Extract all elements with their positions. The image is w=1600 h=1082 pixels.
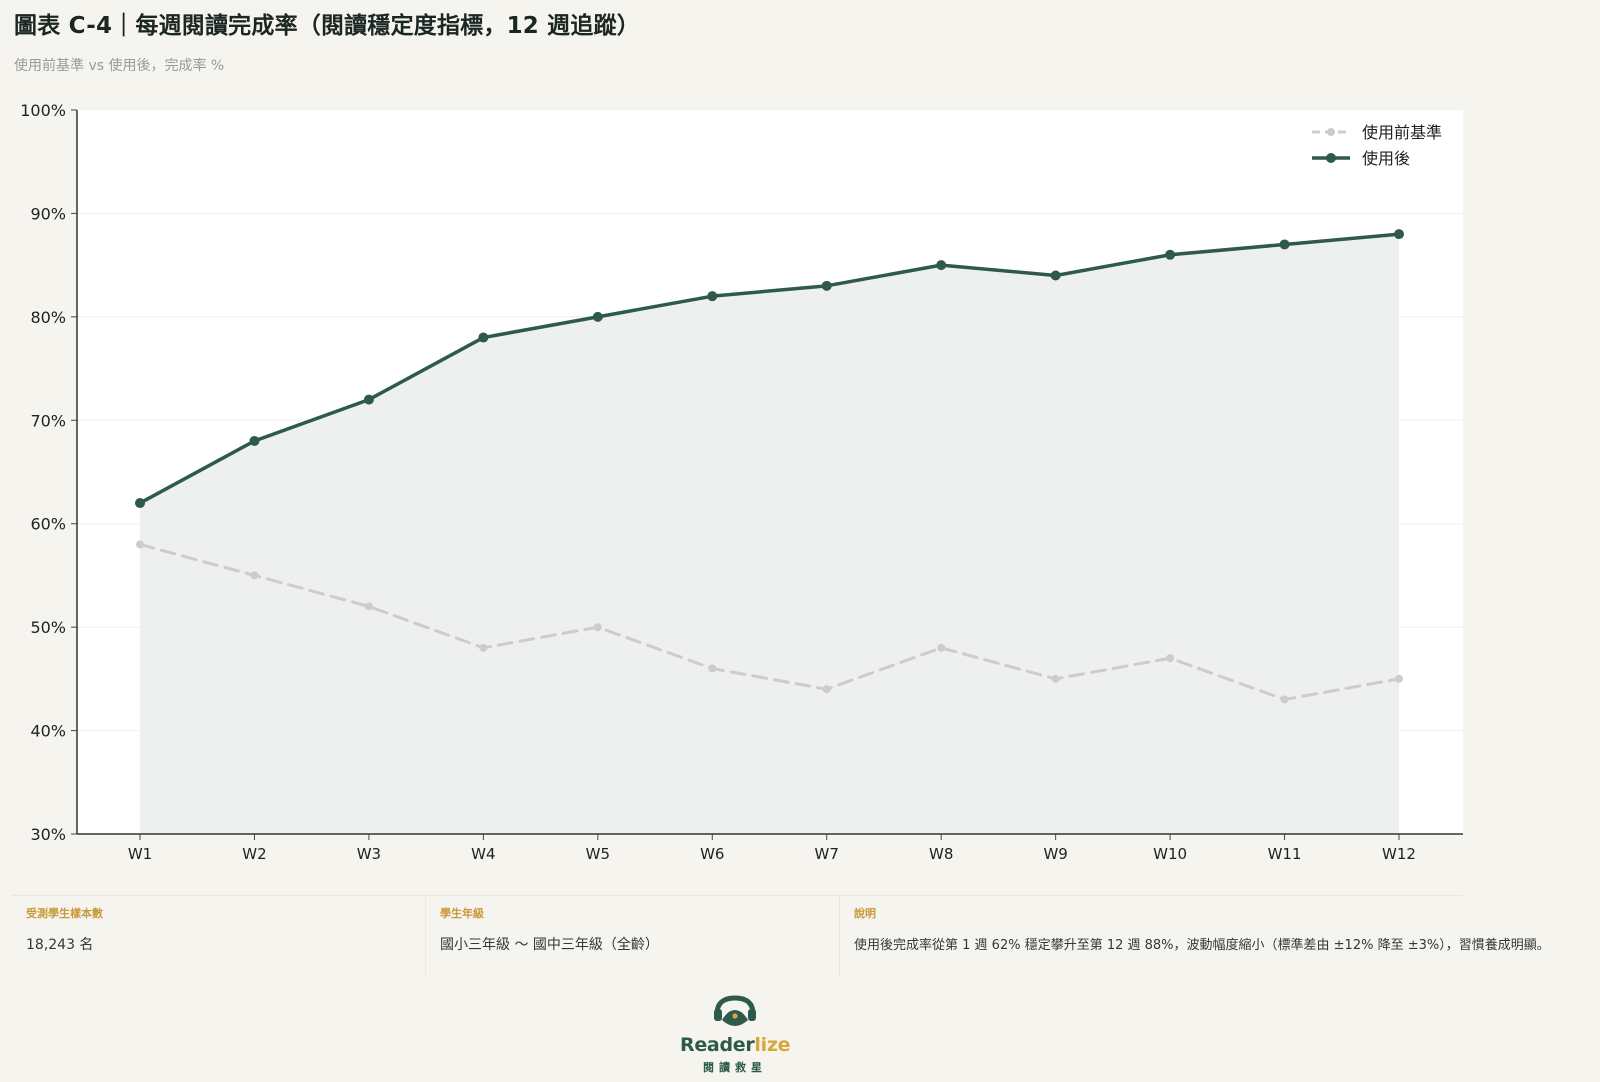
info-sample-size-value: 18,243 名 [26,937,94,953]
after-point-w4 [478,332,489,343]
after-point-w11 [1279,239,1290,250]
legend-after-marker [1326,153,1336,163]
x-tick-label-w10: W10 [1153,845,1187,863]
info-grade: 學生年級 國小三年級 ～ 國中三年級（全齡） [426,896,840,976]
after-point-w8 [936,260,947,271]
x-tick-label-w1: W1 [128,845,152,863]
baseline-point-w11 [1280,695,1289,704]
reading-mascot-icon [714,995,756,1026]
info-sample-size: 受測學生樣本數 18,243 名 [12,896,426,976]
baseline-point-w12 [1395,674,1403,683]
after-point-w7 [821,280,832,291]
info-grade-value: 國小三年級 ～ 國中三年級（全齡） [440,937,659,953]
logo-word-accent: lize [754,1034,791,1056]
x-tick-label-w6: W6 [700,845,724,863]
x-tick-label-w2: W2 [242,845,266,863]
x-tick-label-w9: W9 [1043,845,1067,863]
baseline-point-w4 [479,643,488,652]
baseline-point-w7 [822,685,831,694]
baseline-point-w8 [937,643,946,652]
after-point-w2 [249,435,260,446]
info-grade-label: 學生年級 [440,907,484,920]
y-tick-label: 50% [30,618,66,637]
y-tick-label: 70% [30,411,66,430]
x-tick-label-w11: W11 [1268,845,1302,863]
baseline-point-w5 [593,623,602,632]
legend-after-label: 使用後 [1362,149,1410,168]
line-chart: 30% 40% 50% 60% 70% 80% 90% 100% W1 W2 W3 W4 W5 W6 W7 W… [20,101,1463,863]
y-tick-label: 60% [30,515,66,534]
x-tick-label-w5: W5 [586,845,610,863]
y-tick-label: 40% [30,722,66,741]
info-strip: 受測學生樣本數 18,243 名 學生年級 國小三年級 ～ 國中三年級（全齡） … [12,895,1550,976]
x-tick-label-w12: W12 [1382,845,1416,863]
after-point-w5 [592,311,603,322]
info-note-value: 使用後完成率從第 1 週 62% 穩定攀升至第 12 週 88%，波動幅度縮小（… [854,938,1550,953]
baseline-point-w10 [1166,654,1175,663]
baseline-point-w2 [250,571,259,580]
y-tick-label: 100% [20,101,66,120]
baseline-point-w6 [708,664,717,673]
logo-subtitle: 閱讀救星 [703,1061,767,1074]
x-tick-label-w7: W7 [815,845,839,863]
info-sample-size-label: 受測學生樣本數 [26,907,103,920]
info-note: 說明 使用後完成率從第 1 週 62% 穩定攀升至第 12 週 88%，波動幅度… [840,896,1550,976]
after-point-w12 [1394,229,1404,240]
legend-baseline-marker [1327,128,1335,136]
y-tick-label: 30% [30,825,66,844]
baseline-point-w1 [136,540,144,549]
baseline-point-w3 [364,602,373,611]
legend-baseline-label: 使用前基準 [1362,123,1442,142]
y-tick-label: 80% [30,308,66,327]
after-point-w3 [363,394,374,405]
after-point-w6 [707,291,718,302]
info-note-label: 說明 [854,907,876,920]
y-tick-label: 90% [30,204,66,223]
after-point-w1 [135,498,145,509]
x-tick-label-w4: W4 [471,845,495,863]
baseline-point-w9 [1051,674,1060,683]
logo-word-main: Reader [680,1034,755,1056]
readerlize-logo: Readerlize 閱讀救星 [680,992,790,1074]
after-point-w9 [1050,270,1061,281]
x-tick-label-w3: W3 [357,845,381,863]
x-tick-label-w8: W8 [929,845,953,863]
logo-wordmark: Readerlize [680,1034,790,1056]
after-point-w10 [1165,249,1176,260]
